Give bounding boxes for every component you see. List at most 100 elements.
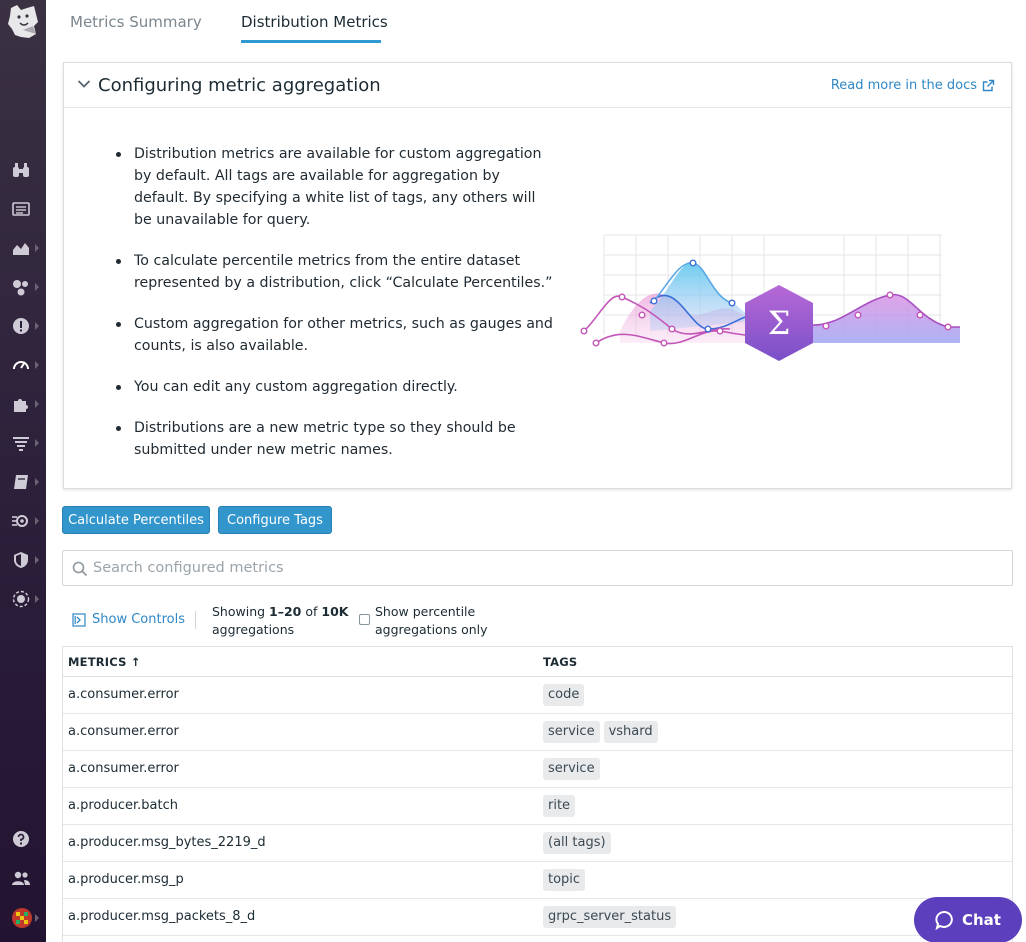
active-tab-indicator bbox=[241, 40, 381, 43]
area-chart-icon bbox=[13, 243, 29, 255]
column-header-metrics[interactable]: METRICS ↑ bbox=[68, 655, 141, 669]
sidebar-item-team[interactable] bbox=[0, 860, 46, 896]
list-icon bbox=[12, 202, 30, 216]
table-row[interactable]: a.consumer.error service vshard bbox=[63, 714, 1012, 751]
sidebar-item-dashboards[interactable] bbox=[0, 230, 46, 266]
table-row[interactable]: a.producer.msg_p topic bbox=[63, 862, 1012, 899]
info-bullet: Distributions are a new metric type so t… bbox=[116, 417, 556, 461]
sidebar-item-help[interactable] bbox=[0, 821, 46, 857]
sidebar-item-logs-filter[interactable] bbox=[0, 425, 46, 461]
chevron-right-icon bbox=[35, 322, 39, 330]
percentile-only-label[interactable]: Show percentile aggregations only bbox=[375, 603, 505, 639]
chat-label: Chat bbox=[962, 911, 1001, 929]
chevron-right-icon bbox=[35, 244, 39, 252]
sidebar-item-integrations[interactable] bbox=[0, 269, 46, 305]
tag-list: grpc_server_status bbox=[543, 906, 677, 928]
gauge-icon bbox=[13, 361, 29, 370]
alert-icon bbox=[13, 318, 29, 334]
docs-link-label: Read more in the docs bbox=[830, 78, 977, 93]
chevron-right-icon bbox=[35, 556, 39, 564]
chevron-right-icon bbox=[35, 361, 39, 369]
column-header-tags[interactable]: TAGS bbox=[543, 655, 577, 669]
tag-chip: rite bbox=[543, 795, 576, 817]
metric-name: a.consumer.error bbox=[68, 724, 179, 739]
search-icon bbox=[72, 561, 88, 577]
info-bullet: To calculate percentile metrics from the… bbox=[116, 250, 556, 294]
apm-icon bbox=[12, 515, 28, 527]
tag-list: rite bbox=[543, 795, 576, 817]
configure-tags-button[interactable]: Configure Tags bbox=[218, 506, 332, 534]
table-row[interactable]: a.producer.batch rite bbox=[63, 788, 1012, 825]
tag-chip: code bbox=[543, 684, 585, 706]
tag-list: (all tags) bbox=[543, 832, 611, 854]
chat-bubble-icon bbox=[935, 911, 953, 930]
chevron-down-icon[interactable] bbox=[77, 79, 91, 89]
tag-chip: vshard bbox=[603, 721, 658, 743]
sidebar-item-infrastructure[interactable] bbox=[0, 152, 46, 188]
tag-list: service bbox=[543, 758, 600, 780]
chevron-right-icon bbox=[35, 595, 39, 603]
info-bullet-list: Distribution metrics are available for c… bbox=[116, 143, 556, 480]
result-count-suffix: aggregations bbox=[212, 622, 295, 637]
search-box bbox=[62, 550, 1013, 586]
table-row[interactable]: a.producer.msg_bytes_2219_d (all tags) bbox=[63, 825, 1012, 862]
metrics-table: METRICS ↑ TAGS a.consumer.error code a.c… bbox=[62, 646, 1013, 942]
datadog-logo-icon[interactable] bbox=[3, 2, 43, 42]
controls-divider bbox=[195, 611, 196, 629]
metric-name: a.consumer.error bbox=[68, 687, 179, 702]
metric-name: a.producer.msg_packets_8_d bbox=[68, 909, 256, 924]
tab-bar: Metrics Summary Distribution Metrics bbox=[46, 0, 1026, 46]
panel-header[interactable]: Configuring metric aggregation Read more… bbox=[64, 63, 1011, 108]
result-count-prefix: Showing bbox=[212, 604, 270, 619]
expand-panel-icon bbox=[72, 612, 86, 627]
sidebar-item-security[interactable] bbox=[0, 542, 46, 578]
metric-name: a.producer.msg_bytes_2219_d bbox=[68, 835, 266, 850]
sidebar-item-notebooks[interactable] bbox=[0, 464, 46, 500]
tab-metrics-summary[interactable]: Metrics Summary bbox=[70, 13, 202, 31]
aggregation-illustration: Σ bbox=[580, 234, 960, 361]
sidebar-item-network[interactable] bbox=[0, 581, 46, 617]
sidebar-item-logs[interactable] bbox=[0, 191, 46, 227]
hexagons-icon bbox=[13, 280, 28, 296]
docs-link[interactable]: Read more in the docs bbox=[831, 78, 995, 93]
chat-button[interactable]: Chat bbox=[914, 897, 1022, 942]
help-icon bbox=[13, 831, 29, 847]
user-avatar bbox=[12, 908, 32, 928]
aggregation-info-panel: Configuring metric aggregation Read more… bbox=[63, 62, 1012, 489]
tab-distribution-metrics[interactable]: Distribution Metrics bbox=[241, 13, 388, 31]
sidebar-item-apm[interactable] bbox=[0, 503, 46, 539]
table-row[interactable] bbox=[63, 936, 1012, 942]
tag-chip: grpc_server_status bbox=[543, 906, 677, 928]
result-count-range: 1–20 bbox=[269, 604, 302, 619]
table-row[interactable]: a.producer.msg_packets_8_d grpc_server_s… bbox=[63, 899, 1012, 936]
book-icon bbox=[14, 475, 28, 489]
table-row[interactable]: a.consumer.error code bbox=[63, 677, 1012, 714]
result-count-total: 10K bbox=[321, 604, 349, 619]
show-controls-toggle[interactable]: Show Controls bbox=[72, 612, 185, 627]
calculate-percentiles-button[interactable]: Calculate Percentiles bbox=[62, 506, 210, 534]
percentile-only-checkbox[interactable] bbox=[359, 614, 370, 625]
result-count: Showing 1–20 of 10K aggregations bbox=[212, 603, 348, 639]
metric-name: a.consumer.error bbox=[68, 761, 179, 776]
result-count-of: of bbox=[301, 604, 322, 619]
users-icon bbox=[12, 871, 30, 885]
sidebar-item-metrics[interactable] bbox=[0, 347, 46, 383]
tag-list: service vshard bbox=[543, 721, 658, 743]
sidebar-item-monitors[interactable] bbox=[0, 308, 46, 344]
puzzle-icon bbox=[14, 399, 28, 412]
chevron-right-icon bbox=[35, 439, 39, 447]
chevron-right-icon bbox=[35, 914, 39, 922]
metric-name: a.producer.batch bbox=[68, 798, 178, 813]
tag-chip: service bbox=[543, 721, 600, 743]
table-row[interactable]: a.consumer.error service bbox=[63, 751, 1012, 788]
tag-chip: service bbox=[543, 758, 600, 780]
search-input[interactable] bbox=[93, 551, 993, 585]
sidebar-item-integrations-puzzle[interactable] bbox=[0, 386, 46, 422]
external-link-icon bbox=[982, 79, 995, 92]
sigma-symbol: Σ bbox=[768, 304, 791, 342]
chevron-right-icon bbox=[35, 283, 39, 291]
tag-list: code bbox=[543, 684, 585, 706]
metric-name: a.producer.msg_p bbox=[68, 872, 184, 887]
sidebar-item-account[interactable] bbox=[0, 900, 46, 936]
binoculars-icon bbox=[13, 163, 29, 177]
